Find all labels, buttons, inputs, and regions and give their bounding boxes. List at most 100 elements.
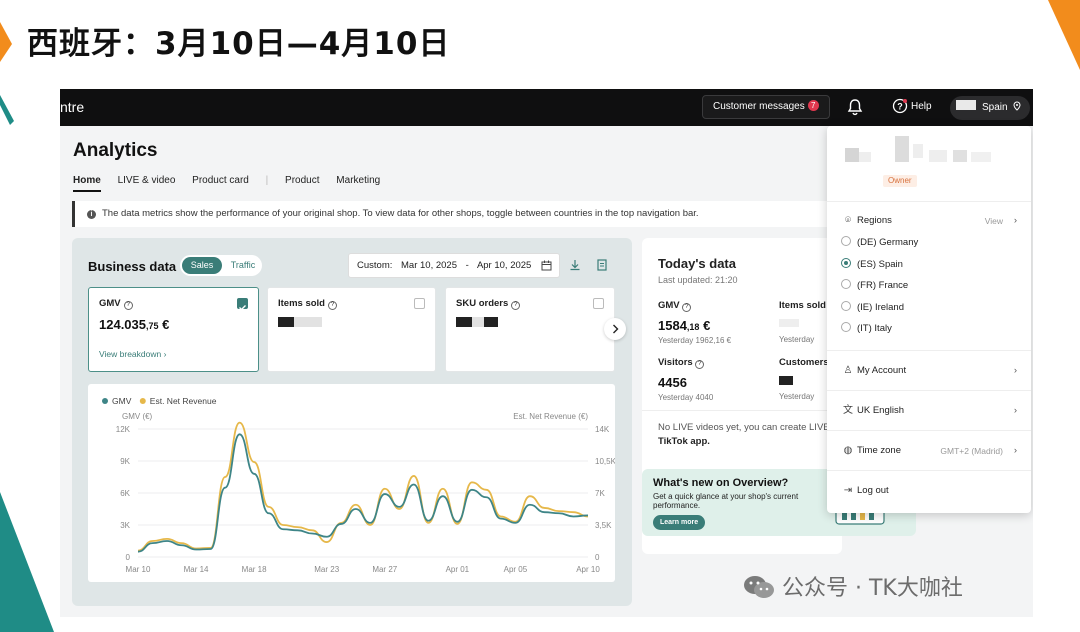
gmv-chart: GMV Est. Net Revenue GMV (€) Est. Net Reven… xyxy=(88,384,615,582)
sku-orders-card[interactable]: SKU orders? xyxy=(445,287,615,372)
chevron-right-icon: › xyxy=(1013,365,1017,376)
translate-icon: 文 xyxy=(843,405,853,416)
divider xyxy=(827,350,1031,351)
message-count-badge: 7 xyxy=(807,100,819,111)
today-customers-label: Customers xyxy=(779,357,829,368)
next-arrow-icon[interactable] xyxy=(604,318,626,340)
top-nav-bar: ntre Customer messages 7 ? Help Spain xyxy=(60,89,1033,126)
info-icon: i xyxy=(87,210,96,219)
region-option-spain[interactable]: (ES) Spain xyxy=(841,256,1017,274)
tab-live-video[interactable]: LIVE & video xyxy=(118,175,176,186)
help-question-icon: ? xyxy=(328,301,337,310)
series-line-est-net-revenue xyxy=(137,421,589,552)
today-items-yesterday: Yesterday xyxy=(779,335,815,344)
y-tick-label-left: 9K xyxy=(120,457,130,466)
y-tick-label-right: 14K xyxy=(595,425,610,434)
redacted-value xyxy=(779,374,829,389)
radio-button[interactable] xyxy=(841,279,851,289)
chevron-right-icon: › xyxy=(1013,445,1017,456)
blurred-avatar xyxy=(956,100,976,110)
timezone-item[interactable]: ◍ Time zone GMT+2 (Madrid) › xyxy=(841,442,1017,460)
chevron-right-icon: › xyxy=(1013,215,1017,226)
help-question-icon: ? xyxy=(682,303,692,312)
checkmark-icon xyxy=(239,305,246,311)
whats-new-text: Get a quick glance at your shop's curren… xyxy=(653,492,799,510)
calendar-icon xyxy=(541,260,552,271)
divider xyxy=(642,410,842,411)
date-range-picker[interactable]: Custom: Mar 10, 2025 - Apr 10, 2025 xyxy=(348,253,560,278)
learn-more-button[interactable]: Learn more xyxy=(653,515,706,530)
y-axis-title-left: GMV (€) xyxy=(122,412,153,421)
tab-product[interactable]: Product xyxy=(285,175,319,186)
radio-button[interactable] xyxy=(841,236,851,246)
x-tick-label: Mar 27 xyxy=(372,565,397,574)
items-sold-card[interactable]: Items sold? xyxy=(267,287,436,372)
bell-icon[interactable] xyxy=(846,98,864,116)
todays-data-title: Today's data xyxy=(658,256,736,271)
notice-text: The data metrics show the performance of… xyxy=(102,208,699,219)
orange-stripe-decoration xyxy=(0,22,12,62)
region-option-germany[interactable]: (DE) Germany xyxy=(841,234,1017,252)
region-option-ireland[interactable]: (IE) Ireland xyxy=(841,299,1017,317)
my-account-item[interactable]: ♙ My Account › xyxy=(841,362,1017,380)
wechat-watermark: 公众号 · TK大咖社 xyxy=(742,570,963,602)
screenshot-frame: ntre Customer messages 7 ? Help Spain Anal… xyxy=(60,89,1033,617)
svg-text:?: ? xyxy=(897,102,903,112)
x-tick-label: Mar 18 xyxy=(242,565,267,574)
orange-corner-decoration xyxy=(1048,0,1080,70)
business-data-panel: Business data Sales Traffic Custom: Mar … xyxy=(72,238,632,606)
customer-messages-button[interactable]: Customer messages 7 xyxy=(702,95,830,119)
language-item[interactable]: 文 UK English › xyxy=(841,402,1017,420)
region-option-italy[interactable]: (IT) Italy xyxy=(841,320,1017,338)
customer-messages-label: Customer messages xyxy=(713,101,805,112)
teal-corner-decoration xyxy=(0,492,54,632)
y-tick-label-left: 3K xyxy=(120,521,130,530)
logout-item[interactable]: ⇥ Log out xyxy=(841,482,1017,500)
help-question-icon: ? xyxy=(511,301,521,310)
region-selector-button[interactable]: Spain xyxy=(950,96,1030,120)
blurred-profile xyxy=(845,136,991,162)
download-icon[interactable] xyxy=(569,259,581,271)
owner-badge: Owner xyxy=(883,175,917,187)
redacted-value xyxy=(456,317,498,327)
live-note: No LIVE videos yet, you can create LIVE T… xyxy=(658,422,830,447)
traffic-toggle-option[interactable]: Traffic xyxy=(226,257,260,274)
x-tick-label: Apr 01 xyxy=(446,565,470,574)
regions-view-link[interactable]: View xyxy=(985,212,1003,230)
view-breakdown-link[interactable]: View breakdown › xyxy=(99,349,166,359)
help-question-icon: ? xyxy=(695,360,705,369)
sku-orders-checkbox[interactable] xyxy=(593,298,604,309)
gmv-checkbox[interactable] xyxy=(237,298,248,311)
report-icon[interactable] xyxy=(596,259,608,271)
radio-button[interactable] xyxy=(841,301,851,311)
tab-home[interactable]: Home xyxy=(73,175,101,192)
regions-header[interactable]: ⌾ Regions View › xyxy=(841,212,1017,230)
location-pin-icon xyxy=(1013,101,1021,111)
gmv-card[interactable]: GMV? 124.035,75 € View breakdown › xyxy=(88,287,259,372)
info-notice: i The data metrics show the performance o… xyxy=(72,201,832,227)
timezone-value: GMT+2 (Madrid) xyxy=(940,446,1003,456)
page-title: Analytics xyxy=(73,140,158,161)
region-option-france[interactable]: (FR) France xyxy=(841,277,1017,295)
items-sold-checkbox[interactable] xyxy=(414,298,425,309)
x-tick-label: Mar 23 xyxy=(314,565,339,574)
radio-button-selected[interactable] xyxy=(841,258,851,268)
sales-toggle-option[interactable]: Sales xyxy=(182,257,222,274)
tab-product-card[interactable]: Product card xyxy=(192,175,249,186)
chevron-right-icon: › xyxy=(1013,405,1017,416)
date-range-label: Custom: xyxy=(357,260,393,271)
today-items-label: Items sold xyxy=(779,300,826,311)
today-visitors-value: 4456 xyxy=(658,375,687,390)
last-updated: Last updated: 21:20 xyxy=(658,275,738,285)
legend-swatch xyxy=(139,398,146,404)
tab-marketing[interactable]: Marketing xyxy=(336,175,380,186)
help-button[interactable]: ? Help xyxy=(892,98,932,116)
y-tick-label-right: 10,5K xyxy=(595,457,615,466)
watermark-text: 公众号 · TK大咖社 xyxy=(782,576,963,601)
divider xyxy=(827,430,1031,431)
divider xyxy=(827,470,1031,471)
logout-icon: ⇥ xyxy=(843,485,853,496)
radio-button[interactable] xyxy=(841,322,851,332)
items-sold-card-label: Items sold? xyxy=(278,298,337,310)
today-customers: Customers Yesterday xyxy=(779,357,829,401)
